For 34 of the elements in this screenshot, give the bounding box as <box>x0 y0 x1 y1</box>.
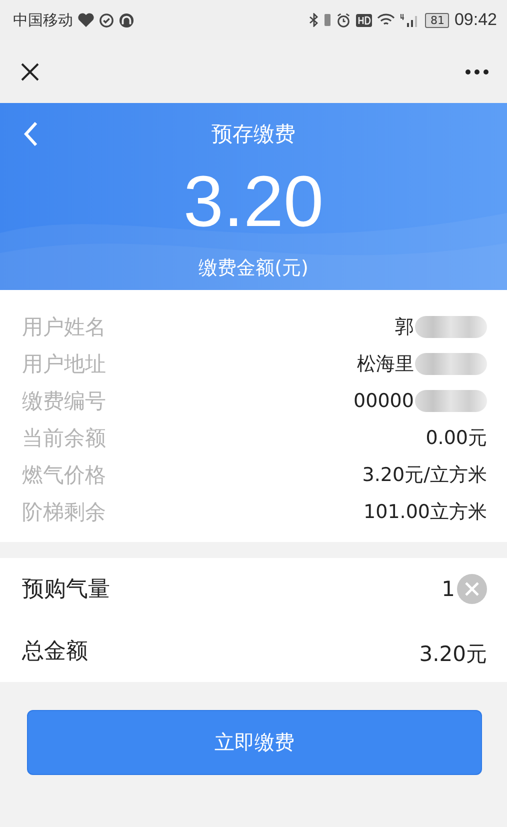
field-value: 0.00元 <box>426 426 487 450</box>
vibrate-icon <box>324 13 332 27</box>
field-value: 松海里 <box>357 352 414 376</box>
headphones-icon <box>119 12 134 28</box>
check-circle-icon <box>99 12 114 28</box>
field-value: 101.00立方米 <box>364 500 487 524</box>
clock-time: 09:42 <box>454 10 497 30</box>
field-label: 燃气价格 <box>22 462 106 488</box>
field-label: 用户姓名 <box>22 314 106 340</box>
back-icon[interactable] <box>24 121 38 147</box>
battery-indicator: 81 <box>425 12 450 28</box>
carrier-name: 中国移动 <box>13 10 73 30</box>
field-value: 郭 <box>395 314 414 340</box>
page-title: 预存缴费 <box>212 121 296 148</box>
amount-caption: 缴费金额(元) <box>198 256 310 281</box>
field-label: 用户地址 <box>22 350 106 378</box>
purchase-input[interactable]: 1 <box>442 577 455 601</box>
field-label: 阶梯剩余 <box>22 498 106 526</box>
hd-icon <box>356 14 372 26</box>
field-label: 缴费编号 <box>22 388 106 414</box>
heart-icon <box>78 13 94 27</box>
purchase-label: 预购气量 <box>22 576 110 604</box>
pay-button[interactable]: 立即缴费 <box>27 710 482 775</box>
bluetooth-icon <box>309 13 320 27</box>
more-icon[interactable] <box>465 68 489 74</box>
field-value: 3.20元/立方米 <box>362 462 487 488</box>
total-label: 总金额 <box>22 638 88 666</box>
field-label: 当前余额 <box>22 424 106 452</box>
payment-amount: 3.20 <box>182 165 325 239</box>
field-value: 00000 <box>354 390 414 412</box>
total-amount: 3.20元 <box>419 641 487 668</box>
wifi-icon <box>377 13 396 27</box>
close-icon[interactable] <box>20 62 40 82</box>
alarm-icon <box>336 12 352 28</box>
